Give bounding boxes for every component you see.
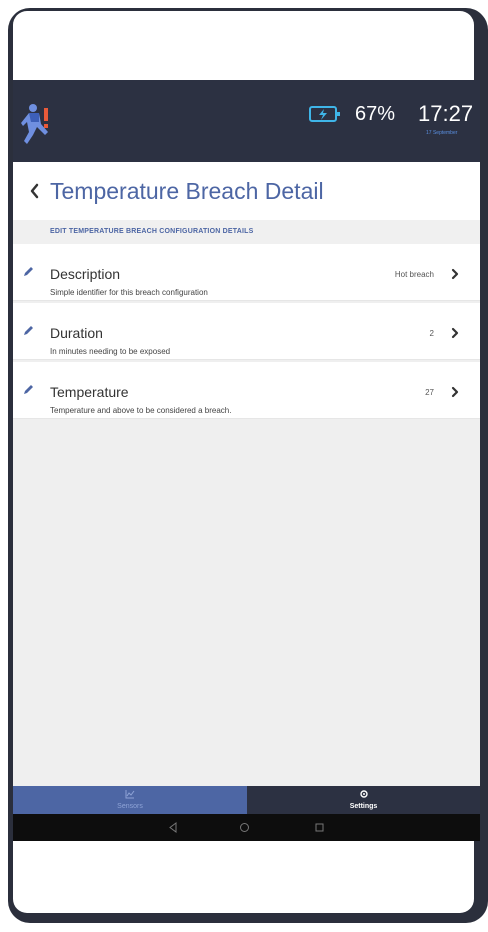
app-logo-icon	[21, 104, 48, 144]
chevron-right-icon	[451, 268, 459, 280]
pencil-icon	[24, 267, 33, 276]
row-subtitle: In minutes needing to be exposed	[50, 347, 171, 356]
section-label: EDIT TEMPERATURE BREACH CONFIGURATION DE…	[50, 228, 254, 235]
battery-percentage: 67%	[355, 103, 396, 125]
row-title: Duration	[50, 325, 103, 341]
setting-row-description[interactable]: Description Simple identifier for this b…	[13, 244, 480, 301]
app-status-bar: 67% 17:27 17 September	[13, 80, 480, 162]
section-header: EDIT TEMPERATURE BREACH CONFIGURATION DE…	[13, 220, 480, 244]
nav-home-icon[interactable]	[239, 822, 250, 833]
tab-label: Settings	[349, 803, 378, 810]
pencil-icon	[24, 326, 33, 335]
row-title: Temperature	[50, 384, 129, 400]
nav-recent-apps-icon[interactable]	[315, 823, 324, 832]
setting-row-temperature[interactable]: Temperature Temperature and above to be …	[13, 362, 480, 419]
row-value: Hot breach	[394, 270, 434, 279]
battery-charging-icon	[309, 106, 340, 122]
chart-icon	[125, 790, 135, 799]
row-title: Description	[50, 266, 121, 282]
row-subtitle: Simple identifier for this breach config…	[50, 288, 208, 297]
app-screen: 67% 17:27 17 September Temperature Breac…	[13, 80, 480, 841]
gear-icon	[359, 790, 368, 798]
chevron-right-icon	[451, 386, 459, 398]
tab-settings[interactable]: Settings	[247, 786, 480, 814]
android-nav-bar	[13, 814, 480, 841]
row-value: 2	[429, 329, 434, 338]
tab-sensors[interactable]: Sensors	[13, 786, 247, 814]
setting-row-duration[interactable]: Duration In minutes needing to be expose…	[13, 303, 480, 360]
clock-time: 17:27	[418, 101, 474, 126]
tab-label: Sensors	[117, 803, 143, 810]
chevron-left-icon	[30, 183, 39, 199]
row-value: 27	[425, 388, 434, 397]
clock-date: 17 September	[426, 130, 458, 136]
row-subtitle: Temperature and above to be considered a…	[50, 406, 232, 415]
page-header: Temperature Breach Detail	[13, 162, 480, 220]
page-title: Temperature Breach Detail	[50, 178, 324, 204]
nav-back-icon[interactable]	[168, 822, 178, 833]
bottom-tab-bar: Sensors Settings	[13, 786, 480, 814]
pencil-icon	[24, 385, 33, 394]
back-button[interactable]	[23, 178, 47, 204]
bottom-bezel	[13, 841, 474, 913]
top-bezel	[13, 11, 474, 80]
chevron-right-icon	[451, 327, 459, 339]
